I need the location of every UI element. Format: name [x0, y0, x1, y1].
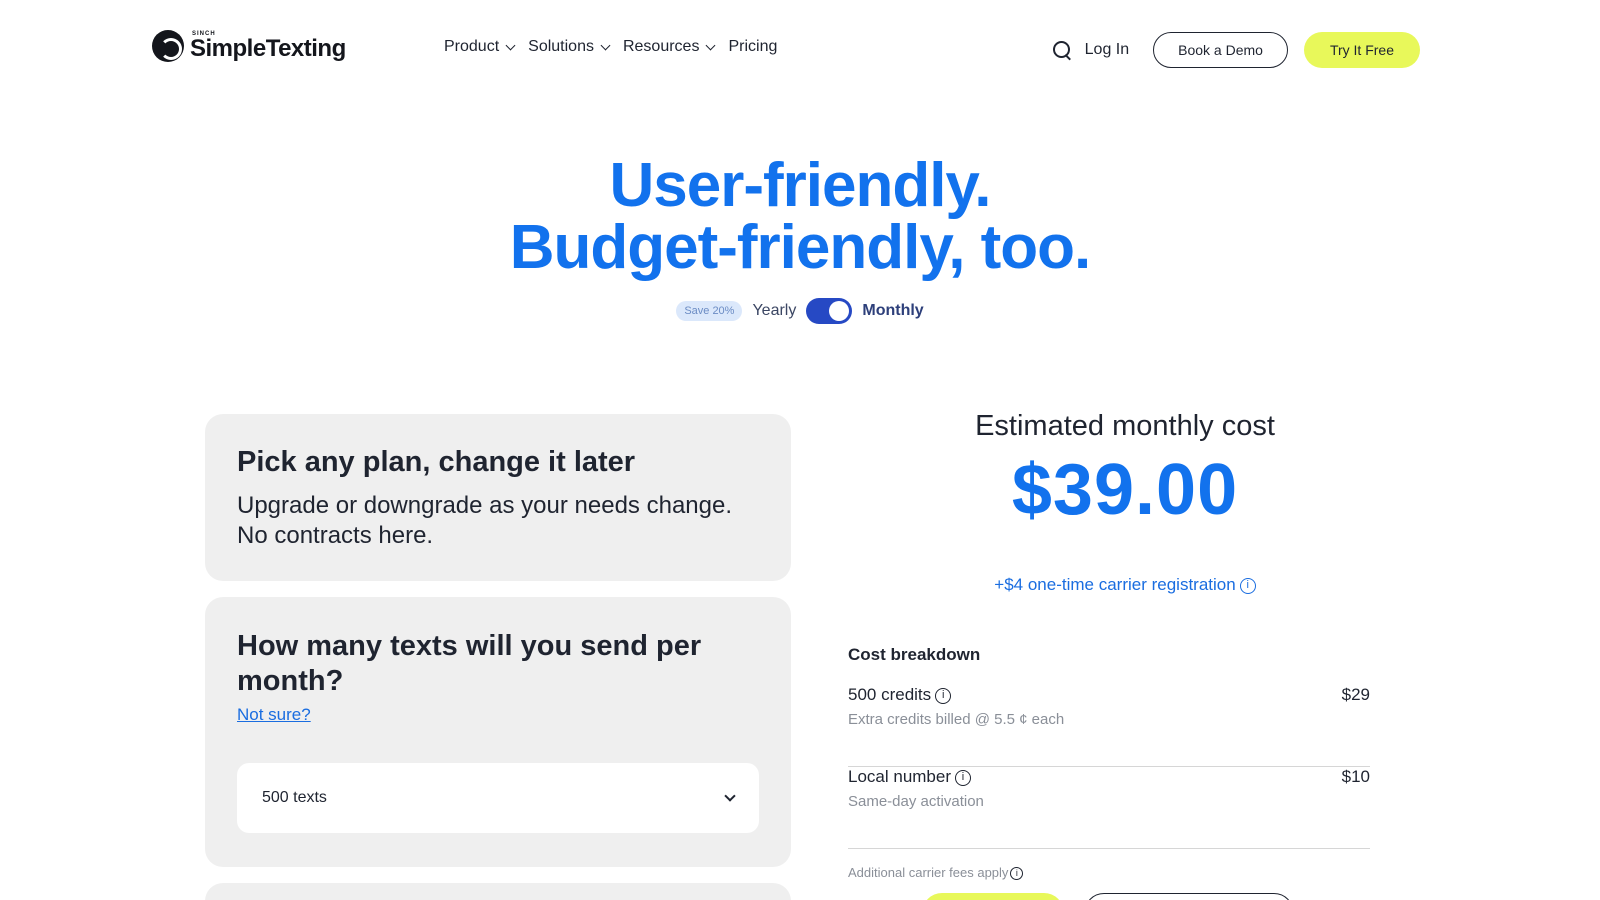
breakdown-item-sub: Extra credits billed @ 5.5 ¢ each — [848, 711, 1065, 728]
secondary-cta-button[interactable] — [1084, 893, 1294, 900]
search-icon[interactable] — [1051, 39, 1073, 61]
breakdown-item-name: 500 credits i — [848, 685, 952, 705]
select-value: 500 texts — [262, 789, 327, 806]
item-label: Local number — [848, 767, 952, 786]
login-link[interactable]: Log In — [1085, 41, 1129, 59]
chevron-down-icon — [724, 789, 736, 802]
billing-toggle-row: Save 20% Yearly Monthly — [0, 298, 1600, 324]
nav-actions: Log In Book a Demo Try It Free — [1051, 32, 1420, 68]
texts-volume-card: How many texts will you send per month? … — [205, 597, 791, 867]
carrier-fees-note: Additional carrier fees apply i — [848, 865, 1370, 881]
card-text-line1: Upgrade or downgrade as your needs chang… — [237, 492, 732, 519]
chevron-down-icon — [600, 40, 611, 50]
info-icon[interactable]: i — [1239, 577, 1256, 594]
save-badge: Save 20% — [676, 301, 743, 321]
menu-label: Resources — [622, 38, 700, 55]
breakdown-row: 500 credits i Extra credits billed @ 5.5 … — [848, 685, 1370, 767]
breakdown-item-price: $29 — [1341, 685, 1370, 704]
breakdown-item-price: $10 — [1341, 767, 1370, 786]
next-card — [205, 883, 791, 900]
carrier-text: +$4 one-time carrier registration — [994, 575, 1236, 594]
billing-period-toggle[interactable] — [806, 298, 853, 324]
info-icon[interactable]: i — [1010, 867, 1024, 881]
brand-logo[interactable]: SINCH SimpleTexting — [152, 30, 346, 62]
breakdown-row: Local number i Same-day activation $10 — [848, 767, 1370, 849]
info-icon[interactable]: i — [955, 769, 972, 786]
card-title: Pick any plan, change it later — [237, 446, 636, 478]
yearly-label[interactable]: Yearly — [752, 302, 796, 320]
hero: User-friendly. Budget-friendly, too. — [0, 155, 1600, 279]
chevron-down-icon — [706, 40, 716, 50]
menu-item-resources[interactable]: Resources — [622, 38, 716, 56]
main-menu: Product Solutions Resources Pricing — [444, 38, 777, 56]
item-label: 500 credits — [848, 685, 932, 704]
info-icon[interactable]: i — [935, 687, 952, 704]
menu-label: Pricing — [728, 38, 778, 55]
logo-mark-icon — [152, 30, 184, 62]
monthly-label[interactable]: Monthly — [862, 302, 923, 320]
menu-item-solutions[interactable]: Solutions — [528, 38, 611, 56]
chevron-down-icon — [505, 40, 516, 50]
breakdown-item-name: Local number i — [848, 767, 972, 787]
menu-label: Product — [444, 38, 500, 55]
estimate-price: $39.00 — [1011, 450, 1239, 530]
plan-flexibility-card: Pick any plan, change it later Upgrade o… — [205, 414, 791, 581]
carrier-registration-link[interactable]: +$4 one-time carrier registration i — [848, 575, 1402, 595]
card-text-line2: No contracts here. — [237, 522, 434, 549]
fees-text: Additional carrier fees apply — [848, 865, 1009, 880]
book-demo-button[interactable]: Book a Demo — [1153, 32, 1288, 68]
breakdown-item-sub: Same-day activation — [848, 793, 984, 810]
hero-title-line1: User-friendly. — [609, 151, 991, 220]
menu-item-product[interactable]: Product — [444, 38, 516, 56]
toggle-knob — [829, 301, 850, 321]
estimate-label: Estimated monthly cost — [975, 410, 1275, 442]
hero-title-line2: Budget-friendly, too. — [509, 213, 1092, 282]
menu-item-pricing[interactable]: Pricing — [728, 38, 777, 56]
breakdown-title: Cost breakdown — [848, 645, 981, 664]
menu-label: Solutions — [528, 38, 594, 55]
not-sure-link[interactable]: Not sure? — [237, 705, 311, 725]
top-nav: SINCH SimpleTexting Product Solutions Re… — [0, 0, 1600, 100]
estimate-panel: Estimated monthly cost $39.00 — [848, 410, 1402, 531]
brand-name: SimpleTexting — [190, 35, 346, 62]
primary-cta-button[interactable] — [922, 893, 1064, 900]
cost-breakdown: Cost breakdown 500 credits i Extra credit… — [848, 645, 1370, 881]
card-title: How many texts will you send per month? — [237, 630, 702, 697]
texts-volume-select[interactable]: 500 texts — [237, 763, 759, 833]
try-free-button[interactable]: Try It Free — [1303, 32, 1420, 68]
